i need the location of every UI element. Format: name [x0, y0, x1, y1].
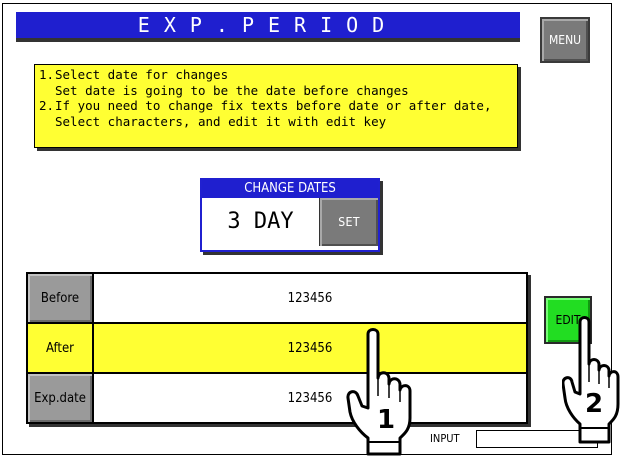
- row-label-before[interactable]: Before: [27, 273, 93, 323]
- callout-number-2: 2: [585, 389, 603, 419]
- instruction-line: Set date is going to be the date before …: [39, 83, 513, 99]
- instruction-text: Select date for changes: [55, 67, 229, 82]
- pointing-hand-icon: 1: [346, 328, 412, 456]
- menu-button[interactable]: MENU: [540, 17, 590, 63]
- instruction-text: If you need to change fix texts before d…: [55, 98, 492, 113]
- row-label-after[interactable]: After: [27, 323, 93, 373]
- page-title: EXP.PERIOD: [16, 12, 520, 42]
- instruction-line: 2. If you need to change fix texts befor…: [39, 98, 513, 114]
- instruction-text: Select characters, and edit it with edit…: [55, 113, 387, 129]
- row-value-after[interactable]: 123456: [93, 323, 527, 373]
- callout-number-1: 1: [377, 405, 395, 435]
- instruction-number: [39, 83, 55, 99]
- instructions-panel: 1. Select date for changes Set date is g…: [34, 64, 518, 148]
- instruction-number: 2.: [39, 98, 55, 113]
- pointing-hand-icon: 2: [562, 316, 620, 444]
- date-fields-table: Before 123456 After 123456 Exp.date 1234…: [26, 272, 528, 424]
- instruction-line: 1. Select date for changes: [39, 67, 513, 83]
- instruction-text: Set date is going to be the date before …: [55, 82, 409, 98]
- row-before[interactable]: Before 123456: [27, 273, 527, 323]
- instruction-line: Select characters, and edit it with edit…: [39, 114, 513, 130]
- row-exp-date[interactable]: Exp.date 123456: [27, 373, 527, 423]
- row-value-exp-date[interactable]: 123456: [93, 373, 527, 423]
- instruction-number: [39, 114, 55, 130]
- change-dates-value[interactable]: 3 DAY: [202, 198, 319, 246]
- instruction-number: 1.: [39, 67, 55, 82]
- change-dates-header: CHANGE DATES: [202, 180, 378, 198]
- input-label: INPUT: [430, 432, 460, 445]
- change-dates-box: CHANGE DATES 3 DAY SET: [200, 178, 380, 252]
- set-button[interactable]: SET: [319, 198, 378, 246]
- row-label-exp-date[interactable]: Exp.date: [27, 373, 93, 423]
- change-dates-body: 3 DAY SET: [202, 198, 378, 246]
- row-after[interactable]: After 123456: [27, 323, 527, 373]
- row-value-before[interactable]: 123456: [93, 273, 527, 323]
